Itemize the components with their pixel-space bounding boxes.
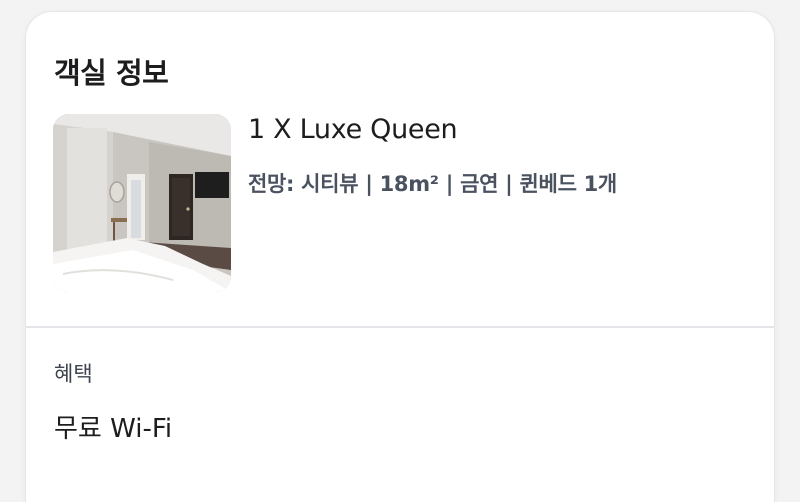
section-title: 객실 정보 [54, 56, 169, 90]
benefits-label: 혜택 [54, 362, 93, 386]
section-divider [26, 326, 774, 328]
room-name: 1 X Luxe Queen [248, 114, 458, 145]
room-photo-image [53, 114, 231, 292]
room-specs: 전망: 시티뷰 | 18m² | 금연 | 퀸베드 1개 [248, 172, 617, 196]
benefit-wifi: 무료 Wi-Fi [54, 414, 173, 444]
room-photo[interactable] [53, 114, 231, 292]
room-info-card: 객실 정보 1 X Luxe Queen 전망: 시티뷰 | 18m² | 금연… [26, 12, 774, 502]
